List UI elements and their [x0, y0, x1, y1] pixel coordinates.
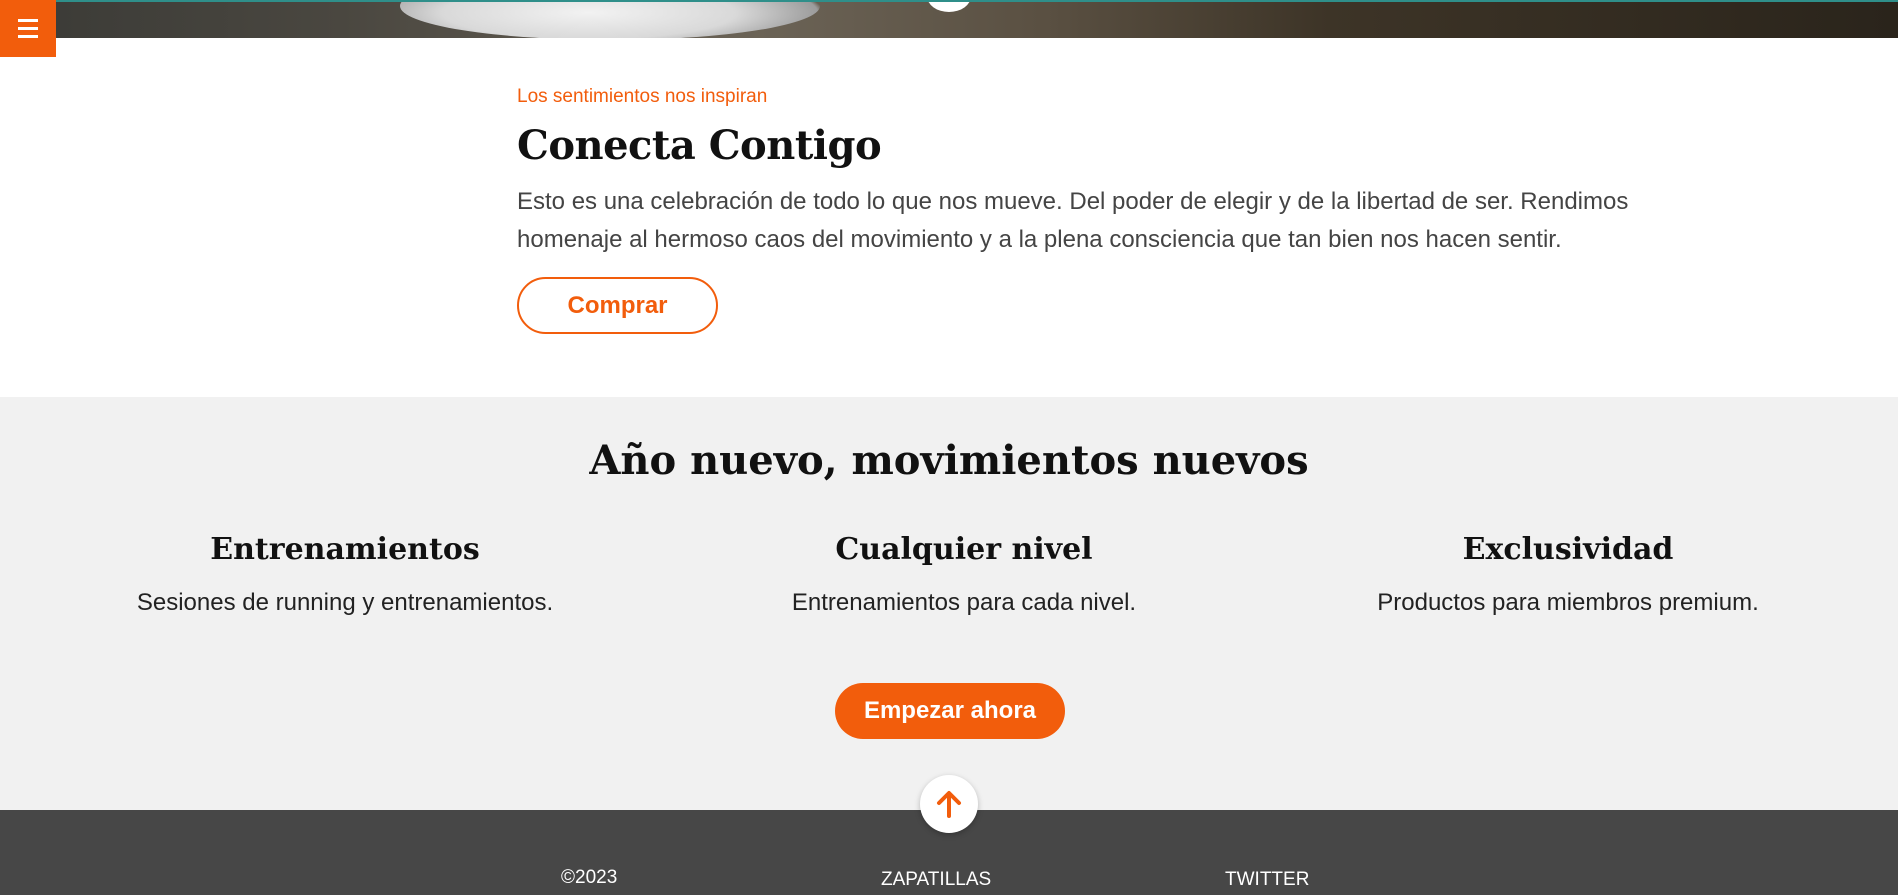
start-now-button[interactable]: Empezar ahora: [835, 683, 1065, 739]
feature-title: Entrenamientos: [210, 532, 480, 567]
feature-title: Cualquier nivel: [835, 532, 1093, 567]
feature-text: Productos para miembros premium.: [1377, 589, 1759, 616]
hero-image: [0, 0, 1898, 38]
feature-card-exclusivity: Exclusividad Productos para miembros pre…: [1258, 532, 1878, 617]
feature-text: Entrenamientos para cada nivel.: [791, 589, 1137, 616]
intro-body: Esto es una celebración de todo lo que n…: [517, 188, 1629, 253]
arrow-up-icon: [937, 791, 961, 818]
features-title: Año nuevo, movimientos nuevos: [589, 437, 1309, 484]
feature-text: Sesiones de running y entrenamientos.: [136, 589, 554, 616]
feature-title: Exclusividad: [1462, 532, 1674, 567]
buy-button[interactable]: Comprar: [517, 277, 718, 334]
intro-section: Los sentimientos nos inspiran Conecta Co…: [517, 86, 1717, 334]
menu-button[interactable]: [0, 0, 56, 57]
feature-card-any-level: Cualquier nivel Entrenamientos para cada…: [654, 532, 1274, 617]
intro-title: Conecta Contigo: [517, 122, 882, 169]
scroll-to-top-button[interactable]: [920, 775, 978, 833]
hamburger-menu-icon: [18, 19, 38, 38]
carousel-indicator[interactable]: [927, 2, 971, 12]
feature-card-trainings: Entrenamientos Sesiones de running y ent…: [35, 532, 655, 617]
footer-link-sneakers[interactable]: ZAPATILLAS: [881, 869, 991, 891]
footer-copyright: ©2023: [561, 867, 618, 888]
footer-link-twitter[interactable]: TWITTER: [1225, 869, 1309, 891]
features-section: Año nuevo, movimientos nuevos Entrenamie…: [0, 397, 1898, 810]
intro-eyebrow: Los sentimientos nos inspiran: [517, 86, 768, 107]
hero-shoe-image: [400, 2, 820, 38]
